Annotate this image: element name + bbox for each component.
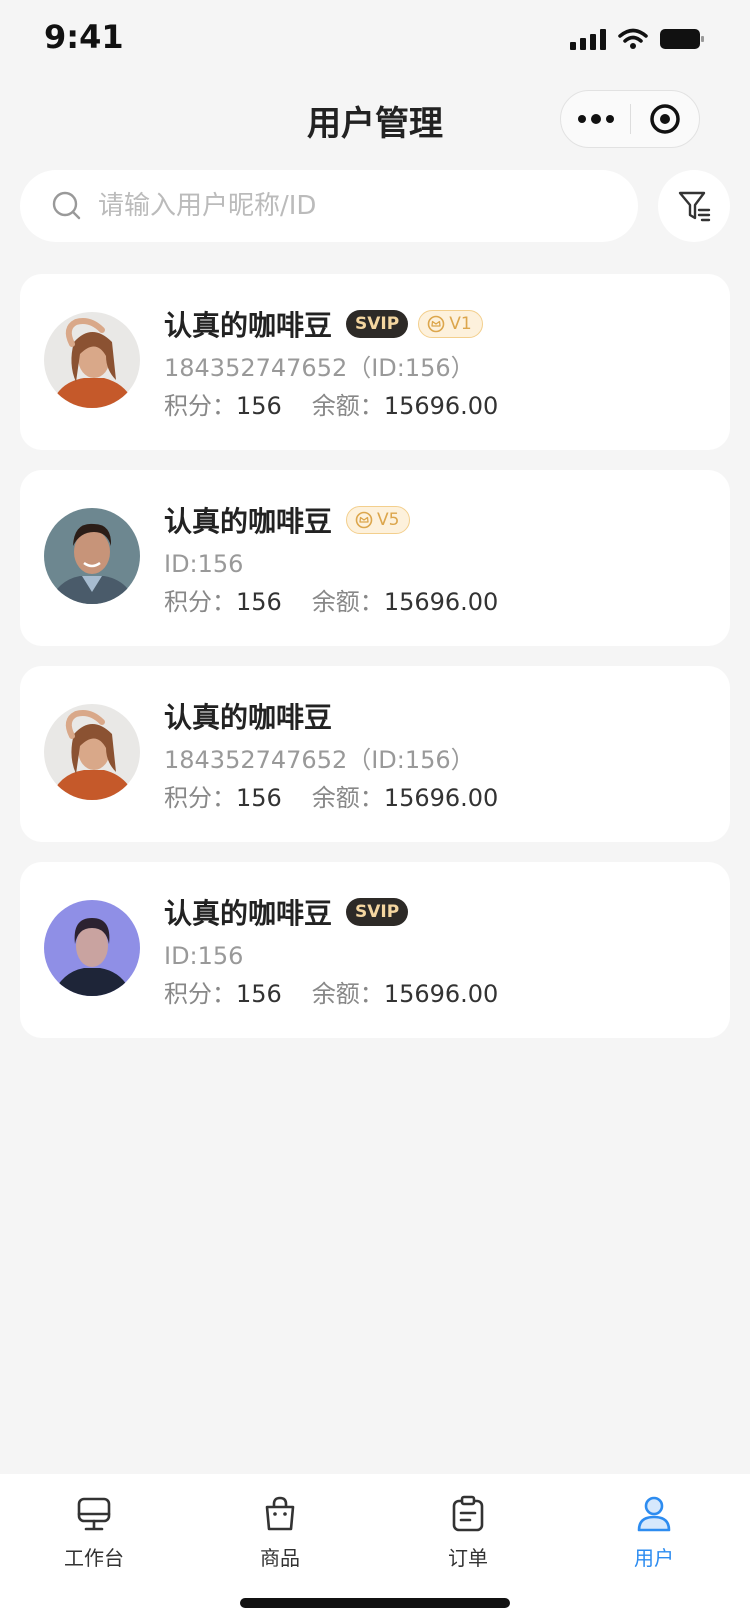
points-label: 积分： [164,980,236,1008]
crown-icon [355,511,373,529]
points-value: 156 [236,980,282,1008]
user-stats: 积分： 156 余额： 15696.00 [164,586,498,618]
points-value: 156 [236,784,282,812]
user-card[interactable]: 认真的咖啡豆 SVIP ID:156 积分： 156 余额： 15696.00 [20,862,730,1038]
search-input[interactable] [98,191,598,221]
balance-label: 余额： [311,588,384,616]
user-name: 认真的咖啡豆 [164,897,333,930]
target-icon [650,104,680,134]
avatar [44,312,140,408]
level-text: V5 [377,510,400,530]
signal-icon [570,28,606,50]
user-card[interactable]: 认真的咖啡豆 184352747652（ID:156） 积分： 156 余额： … [20,666,730,842]
tab-workbench[interactable]: 工作台 [34,1494,154,1571]
svip-badge: SVIP [346,310,409,338]
balance-value: 15696.00 [383,980,499,1008]
points-label: 积分： [164,588,236,616]
balance-label: 余额： [311,980,384,1008]
user-name: 认真的咖啡豆 [164,701,333,734]
points-label: 积分： [164,392,236,420]
tab-label: 订单 [448,1546,488,1570]
search-bar [20,170,638,242]
shopping-bag-icon [265,1496,295,1531]
user-name: 认真的咖啡豆 [164,505,333,538]
points-value: 156 [236,392,282,420]
user-id: ID:156 [164,550,244,578]
level-badge: V5 [346,506,411,534]
user-card[interactable]: 认真的咖啡豆 SVIP V1 184352747652（ID:156） 积分： … [20,274,730,450]
user-stats: 积分： 156 余额： 15696.00 [164,978,498,1010]
workbench-icon [77,1497,111,1531]
tab-orders[interactable]: 订单 [408,1494,528,1571]
user-info: 认真的咖啡豆 SVIP V1 184352747652（ID:156） 积分： … [164,304,498,422]
user-phone-id: 184352747652（ID:156） [164,354,475,382]
balance-value: 15696.00 [383,392,499,420]
status-time: 9:41 [44,18,124,56]
svip-badge: SVIP [346,898,409,926]
avatar [44,900,140,996]
search-icon [52,191,81,220]
filter-icon [678,191,711,222]
status-icons [570,28,704,50]
user-name: 认真的咖啡豆 [164,309,333,342]
points-value: 156 [236,588,282,616]
status-bar: 9:41 [0,0,750,84]
wifi-icon [618,28,648,49]
crown-icon [427,315,445,333]
avatar [44,508,140,604]
user-stats: 积分： 156 余额： 15696.00 [164,782,498,814]
user-card[interactable]: 认真的咖啡豆 V5 ID:156 积分： 156 余额： 15696.00 [20,470,730,646]
home-indicator [240,1598,510,1608]
avatar [44,704,140,800]
user-phone-id: 184352747652（ID:156） [164,746,475,774]
user-info: 认真的咖啡豆 184352747652（ID:156） 积分： 156 余额： … [164,696,498,814]
close-miniprogram-button[interactable] [631,90,699,148]
balance-label: 余额： [311,392,384,420]
user-id: ID:156 [164,942,244,970]
tab-users[interactable]: 用户 [594,1494,714,1571]
battery-icon [660,29,704,49]
level-badge: V1 [418,310,483,338]
user-info: 认真的咖啡豆 SVIP ID:156 积分： 156 余额： 15696.00 [164,892,498,1010]
level-text: V1 [449,314,472,334]
more-menu-button[interactable] [561,90,630,148]
user-info: 认真的咖啡豆 V5 ID:156 积分： 156 余额： 15696.00 [164,500,498,618]
tab-label: 商品 [260,1546,300,1570]
balance-value: 15696.00 [383,588,499,616]
more-icon [577,115,586,123]
miniprogram-capsule [560,90,700,148]
user-stats: 积分： 156 余额： 15696.00 [164,390,498,422]
balance-value: 15696.00 [383,784,499,812]
order-clipboard-icon [452,1495,484,1532]
tab-products[interactable]: 商品 [220,1494,340,1571]
user-icon [637,1496,671,1532]
tab-label: 工作台 [64,1546,124,1570]
points-label: 积分： [164,784,236,812]
filter-button[interactable] [658,170,730,242]
balance-label: 余额： [311,784,384,812]
tab-label: 用户 [634,1546,674,1570]
